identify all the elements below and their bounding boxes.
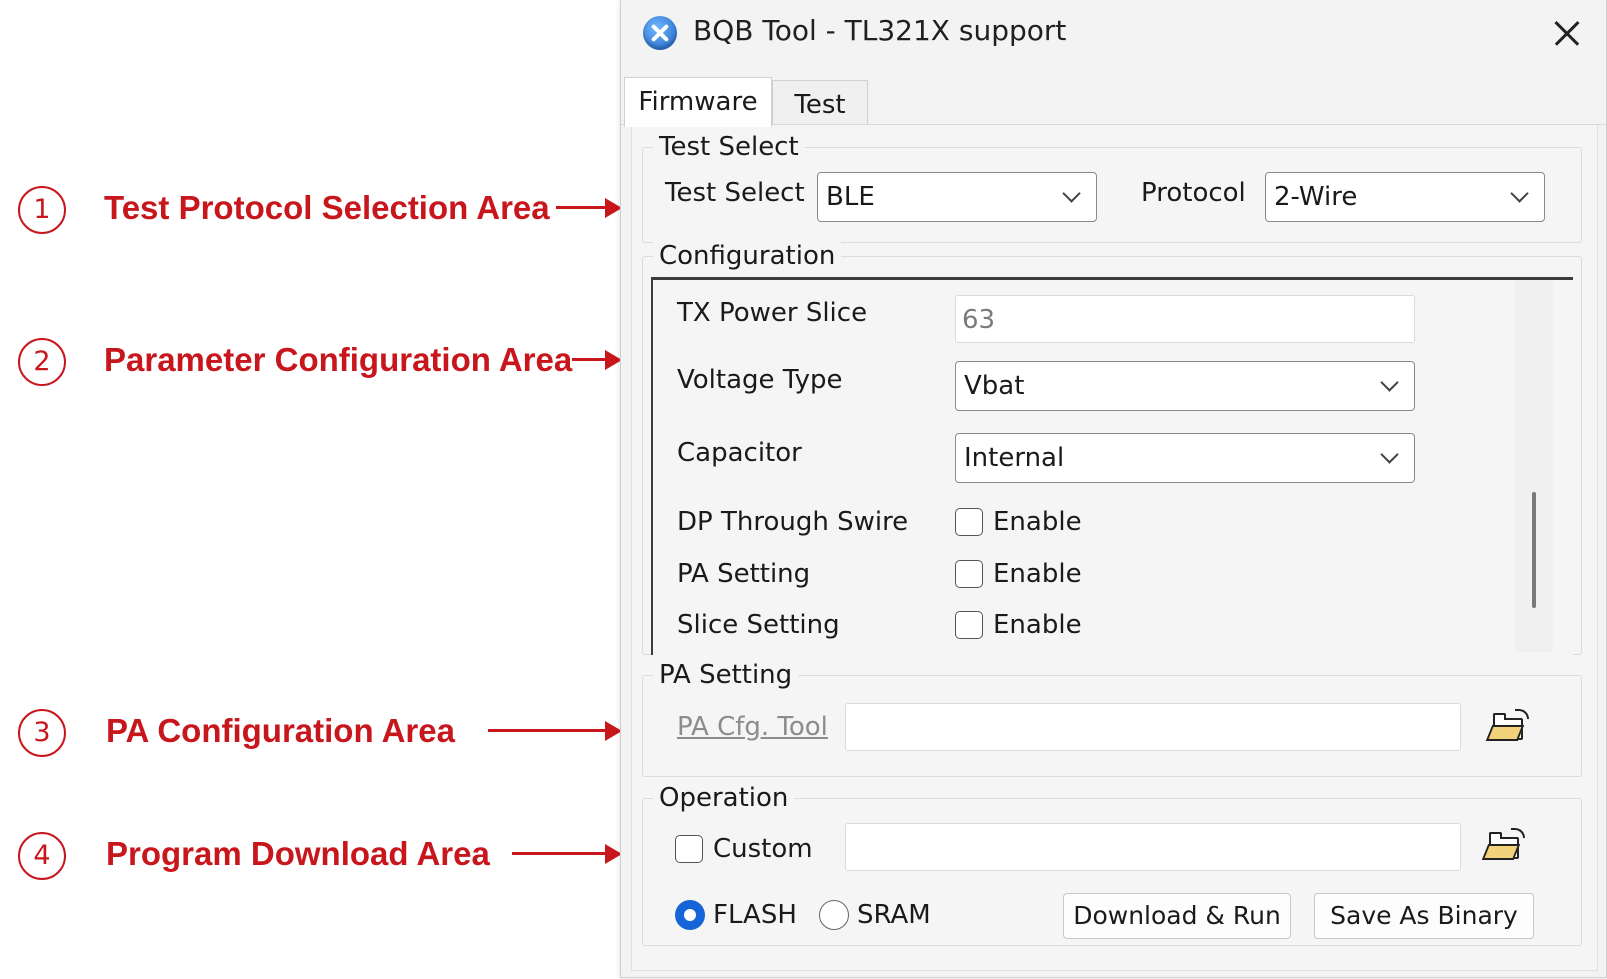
sram-label: SRAM	[857, 900, 931, 930]
tx-power-label: TX Power Slice	[677, 298, 868, 328]
tab-test[interactable]: Test	[772, 80, 868, 125]
group-title: PA Setting	[653, 659, 799, 691]
protocol-dropdown[interactable]: 2-Wire	[1265, 172, 1545, 222]
group-title: Operation	[653, 782, 795, 814]
dp-enable-label: Enable	[993, 507, 1082, 537]
scrollbar-thumb[interactable]	[1532, 492, 1536, 608]
bqb-tool-window: BQB Tool - TL321X support Firmware Test …	[620, 0, 1607, 978]
pa-path-input[interactable]	[845, 703, 1461, 751]
annotation-number: 1	[18, 186, 66, 234]
custom-open-folder-button[interactable]	[1481, 825, 1531, 869]
dropdown-value: 2-Wire	[1274, 182, 1358, 212]
operation-group: Operation Custom FLASH SRAM Download & R…	[642, 782, 1582, 946]
dp-through-swire-checkbox[interactable]	[955, 508, 983, 536]
pa-enable-label: Enable	[993, 559, 1082, 589]
annotation-number: 2	[18, 338, 66, 386]
arrow-right-icon	[572, 348, 622, 372]
chevron-down-icon	[1062, 184, 1081, 203]
annotation-1: 1 Test Protocol Selection Area	[18, 180, 623, 240]
annotation-2: 2 Parameter Configuration Area	[18, 332, 623, 392]
folder-open-icon	[1511, 828, 1525, 838]
custom-checkbox[interactable]	[675, 835, 703, 863]
download-run-button[interactable]: Download & Run	[1063, 893, 1291, 939]
test-select-group: Test Select Test Select BLE Protocol 2-W…	[642, 131, 1582, 243]
annotation-number: 3	[18, 709, 66, 757]
dropdown-value: Internal	[964, 443, 1065, 473]
pa-setting-label: PA Setting	[677, 559, 811, 589]
annotation-3: 3 PA Configuration Area	[18, 703, 623, 763]
slice-setting-checkbox[interactable]	[955, 611, 983, 639]
pa-setting-group: PA Setting PA Cfg. Tool	[642, 659, 1582, 777]
configuration-scroll-panel[interactable]: TX Power Slice 63 Voltage Type Vbat Capa…	[651, 277, 1573, 655]
annotation-label: Test Protocol Selection Area	[104, 189, 550, 226]
pa-setting-checkbox[interactable]	[955, 560, 983, 588]
annotation-label: Parameter Configuration Area	[104, 341, 573, 378]
sram-radio[interactable]	[819, 900, 849, 930]
capacitor-dropdown[interactable]: Internal	[955, 433, 1415, 483]
annotation-label: Program Download Area	[106, 835, 490, 872]
arrow-right-icon	[488, 719, 622, 743]
chevron-down-icon	[1380, 445, 1399, 464]
group-title: Configuration	[653, 240, 842, 272]
custom-path-input[interactable]	[845, 823, 1461, 871]
voltage-type-label: Voltage Type	[677, 365, 843, 395]
dropdown-value: BLE	[826, 182, 875, 212]
flash-label: FLASH	[713, 900, 797, 930]
chevron-down-icon	[1510, 184, 1529, 203]
configuration-group: Configuration TX Power Slice 63 Voltage …	[642, 240, 1582, 655]
pa-open-folder-button[interactable]	[1485, 706, 1535, 750]
flash-radio[interactable]	[675, 900, 705, 930]
voltage-type-dropdown[interactable]: Vbat	[955, 361, 1415, 411]
firmware-tab-panel: Test Select Test Select BLE Protocol 2-W…	[631, 125, 1598, 971]
slice-enable-label: Enable	[993, 610, 1082, 640]
chevron-down-icon	[1380, 373, 1399, 392]
protocol-label: Protocol	[1141, 178, 1246, 208]
folder-open-icon	[1515, 709, 1529, 719]
annotation-4: 4 Program Download Area	[18, 826, 623, 886]
app-tools-icon	[643, 16, 677, 50]
arrow-right-icon	[512, 842, 622, 866]
capacitor-label: Capacitor	[677, 438, 802, 468]
dp-through-swire-label: DP Through Swire	[677, 507, 909, 537]
title-bar: BQB Tool - TL321X support	[621, 0, 1606, 68]
annotation-number: 4	[18, 832, 66, 880]
close-button[interactable]	[1541, 10, 1591, 56]
test-select-label: Test Select	[665, 178, 805, 208]
test-select-dropdown[interactable]: BLE	[817, 172, 1097, 222]
group-title: Test Select	[653, 131, 805, 163]
tab-firmware[interactable]: Firmware	[624, 77, 772, 127]
save-as-binary-button[interactable]: Save As Binary	[1314, 893, 1534, 939]
annotation-label: PA Configuration Area	[106, 712, 455, 749]
tx-power-input[interactable]: 63	[955, 295, 1415, 343]
dropdown-value: Vbat	[964, 371, 1025, 401]
vertical-scrollbar[interactable]	[1515, 280, 1553, 652]
custom-label: Custom	[713, 834, 813, 864]
pa-cfg-tool-link[interactable]: PA Cfg. Tool	[677, 710, 828, 744]
arrow-right-icon	[556, 196, 622, 220]
window-title: BQB Tool - TL321X support	[693, 14, 1067, 47]
slice-setting-label: Slice Setting	[677, 610, 840, 640]
